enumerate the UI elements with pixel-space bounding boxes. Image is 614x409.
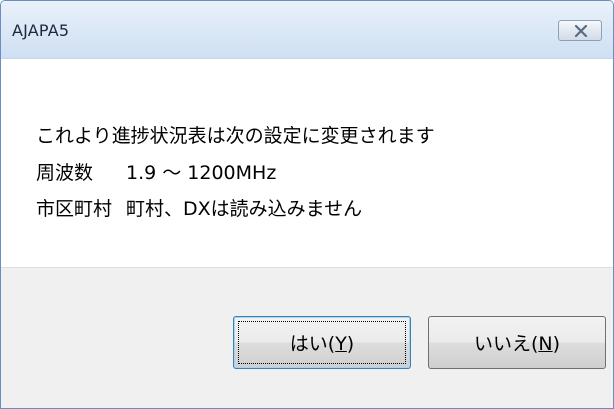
close-button[interactable] (558, 20, 602, 41)
no-button-label: いいえ(N) (473, 333, 561, 355)
city-value: 町村、DXは読み込みません (126, 198, 363, 220)
focus-ring (238, 321, 406, 364)
city-label: 市区町村 (36, 198, 113, 220)
message-text: これより進捗状況表は次の設定に変更されます (36, 125, 435, 147)
no-button[interactable]: いいえ(N) (428, 316, 606, 369)
message-area: これより進捗状況表は次の設定に変更されます 周波数 1.9 ～ 1200MHz … (1, 59, 613, 267)
window-title: AJAPA5 (12, 21, 70, 40)
button-bar: はい(Y) いいえ(N) (1, 267, 613, 408)
frequency-value: 1.9 ～ 1200MHz (126, 162, 277, 184)
yes-button[interactable]: はい(Y) (233, 316, 411, 369)
dialog-window: AJAPA5 これより進捗状況表は次の設定に変更されます 周波数 1.9 ～ 1… (0, 0, 614, 409)
frequency-label: 周波数 (36, 162, 94, 184)
close-icon (574, 25, 588, 37)
title-bar[interactable]: AJAPA5 (1, 1, 613, 59)
